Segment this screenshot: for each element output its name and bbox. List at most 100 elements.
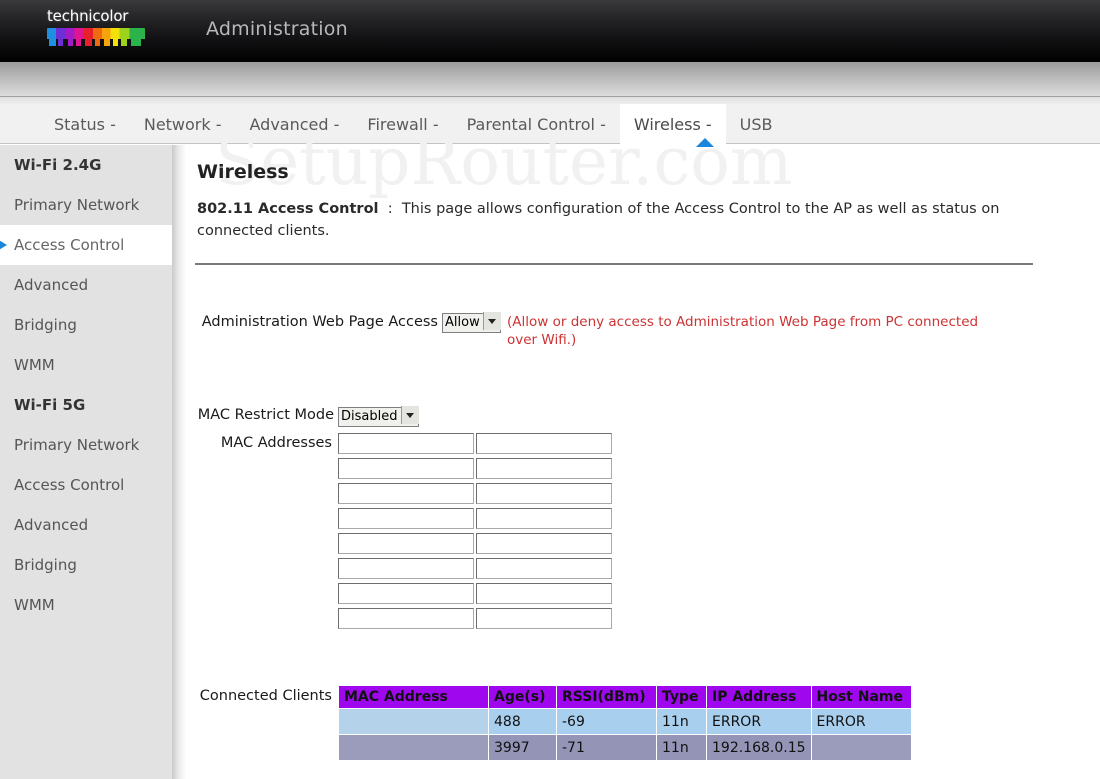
sidebar-item-label: Access Control [14, 476, 125, 494]
table-row: 3997 -71 11n 192.168.0.15 [338, 734, 912, 761]
sidebar-item-wmm[interactable]: WMM [0, 585, 172, 625]
table-column-header: MAC Address [338, 685, 489, 709]
mac-address-input-14[interactable] [476, 583, 612, 604]
page-title: Wireless [197, 161, 289, 183]
table-column-header: Type [656, 685, 707, 709]
sidebar-item-label: Advanced [14, 276, 89, 294]
sidebar-item-primary-network[interactable]: Primary Network [0, 185, 172, 225]
content-divider [195, 263, 1033, 265]
cell-host-name: ERROR [810, 708, 912, 735]
mac-address-input-8[interactable] [476, 508, 612, 529]
sidebar-item-label: Bridging [14, 556, 77, 574]
active-tab-caret-icon [696, 138, 714, 147]
mac-addresses-row: MAC Addresses [186, 433, 1100, 633]
mac-restrict-select-wrap: DisabledAllowDeny [338, 405, 419, 427]
mac-address-input-16[interactable] [476, 608, 612, 629]
nav-item-parental-control[interactable]: Parental Control - [453, 104, 620, 144]
cell-type: 11n [656, 734, 707, 761]
main-navigation: Status - Network - Advanced - Firewall - Par… [0, 104, 1100, 144]
sidebar-item-label: WMM [14, 596, 55, 614]
mac-restrict-row: MAC Restrict Mode DisabledAllowDeny [186, 405, 1100, 427]
brand-wordmark: technicolor [47, 7, 129, 25]
table-column-header: RSSI(dBm) [556, 685, 657, 709]
sidebar: Wi-Fi 2.4G Primary Network Access Control A… [0, 145, 172, 779]
cell-host-name [810, 734, 912, 761]
section-title: 802.11 Access Control [197, 201, 379, 217]
cell-age: 3997 [488, 734, 557, 761]
cell-mac-address [338, 734, 489, 761]
mac-addresses-label: MAC Addresses [220, 435, 332, 451]
sidebar-item-access-control[interactable]: Access Control [0, 465, 172, 505]
sidebar-item-advanced[interactable]: Advanced [0, 265, 172, 305]
connected-clients-table: MAC Address Age(s) RSSI(dBm) Type IP Address… [338, 685, 912, 761]
admin-access-hint: (Allow or deny access to Administration … [507, 314, 979, 348]
cell-rssi: -71 [556, 734, 657, 761]
mac-restrict-select[interactable]: DisabledAllowDeny [338, 406, 419, 427]
mac-addresses-grid [338, 433, 618, 633]
table-header-row: MAC Address Age(s) RSSI(dBm) Type IP Address… [338, 685, 912, 709]
mac-address-input-7[interactable] [338, 508, 474, 529]
main-content: Wireless 802.11 Access Control : This pa… [186, 145, 1100, 779]
table-row: 488 -69 11n ERROR ERROR [338, 708, 912, 735]
sidebar-item-advanced[interactable]: Advanced [0, 505, 172, 545]
section-description: 802.11 Access Control : This page allows… [197, 198, 1037, 242]
cell-ip-address: 192.168.0.15 [706, 734, 812, 761]
table-head: MAC Address Age(s) RSSI(dBm) Type IP Address… [338, 685, 912, 709]
nav-item-network[interactable]: Network - [130, 104, 236, 144]
mac-restrict-label: MAC Restrict Mode [197, 407, 334, 423]
mac-address-input-11[interactable] [338, 558, 474, 579]
nav-items: Status - Network - Advanced - Firewall - Par… [40, 104, 787, 144]
sidebar-item-wmm[interactable]: WMM [0, 345, 172, 385]
nav-item-advanced[interactable]: Advanced - [236, 104, 354, 144]
sidebar-item-label: Bridging [14, 316, 77, 334]
nav-item-firewall[interactable]: Firewall - [353, 104, 452, 144]
table-column-header: Host Name [810, 685, 912, 709]
sidebar-shadow [172, 145, 186, 779]
mac-address-input-2[interactable] [476, 433, 612, 454]
mac-address-input-3[interactable] [338, 458, 474, 479]
technicolor-logo[interactable]: technicolor [47, 8, 157, 54]
admin-access-label: Administration Web Page Access [201, 314, 438, 330]
mac-address-input-9[interactable] [338, 533, 474, 554]
sidebar-active-arrow-icon [0, 239, 7, 251]
connected-clients-row: Connected Clients MAC Address Age(s) RSSI(… [186, 685, 1100, 761]
mac-address-input-15[interactable] [338, 608, 474, 629]
sidebar-item-label: Primary Network [14, 196, 140, 214]
sidebar-item-access-control[interactable]: Access Control [0, 225, 172, 265]
cell-ip-address: ERROR [706, 708, 812, 735]
header-gradient-band [0, 62, 1100, 104]
admin-access-select-wrap: AllowDeny [442, 311, 501, 333]
mac-address-input-6[interactable] [476, 483, 612, 504]
sidebar-item-bridging[interactable]: Bridging [0, 545, 172, 585]
header-divider [0, 96, 1100, 97]
cell-mac-address [338, 708, 489, 735]
mac-address-input-1[interactable] [338, 433, 474, 454]
technicolor-rainbow-icon [47, 28, 145, 46]
table-column-header: Age(s) [488, 685, 557, 709]
cell-type: 11n [656, 708, 707, 735]
app-header: technicolor Administration [0, 0, 1100, 62]
sidebar-heading-wi-fi-5g: Wi-Fi 5G [14, 396, 86, 414]
sidebar-item-bridging[interactable]: Bridging [0, 305, 172, 345]
sidebar-item-label: Access Control [14, 236, 125, 254]
admin-access-select[interactable]: AllowDeny [442, 312, 501, 333]
mac-address-input-12[interactable] [476, 558, 612, 579]
sidebar-item-primary-network[interactable]: Primary Network [0, 425, 172, 465]
nav-item-usb[interactable]: USB [726, 104, 787, 144]
cell-age: 488 [488, 708, 557, 735]
cell-rssi: -69 [556, 708, 657, 735]
sidebar-heading-wi-fi-2-4g: Wi-Fi 2.4G [14, 156, 102, 174]
connected-clients-label: Connected Clients [199, 688, 332, 704]
sidebar-item-label: WMM [14, 356, 55, 374]
sidebar-item-label: Advanced [14, 516, 89, 534]
admin-access-row: Administration Web Page Access AllowDeny… [186, 311, 1100, 349]
header-title: Administration [206, 18, 348, 40]
nav-item-status[interactable]: Status - [40, 104, 130, 144]
mac-address-input-13[interactable] [338, 583, 474, 604]
mac-address-input-4[interactable] [476, 458, 612, 479]
mac-address-input-5[interactable] [338, 483, 474, 504]
mac-address-input-10[interactable] [476, 533, 612, 554]
sidebar-item-label: Primary Network [14, 436, 140, 454]
table-body: 488 -69 11n ERROR ERROR 3997 -71 11n 192.168.0.1… [338, 708, 912, 761]
page-root: technicolor Administration SetupRouter.c… [0, 0, 1100, 779]
